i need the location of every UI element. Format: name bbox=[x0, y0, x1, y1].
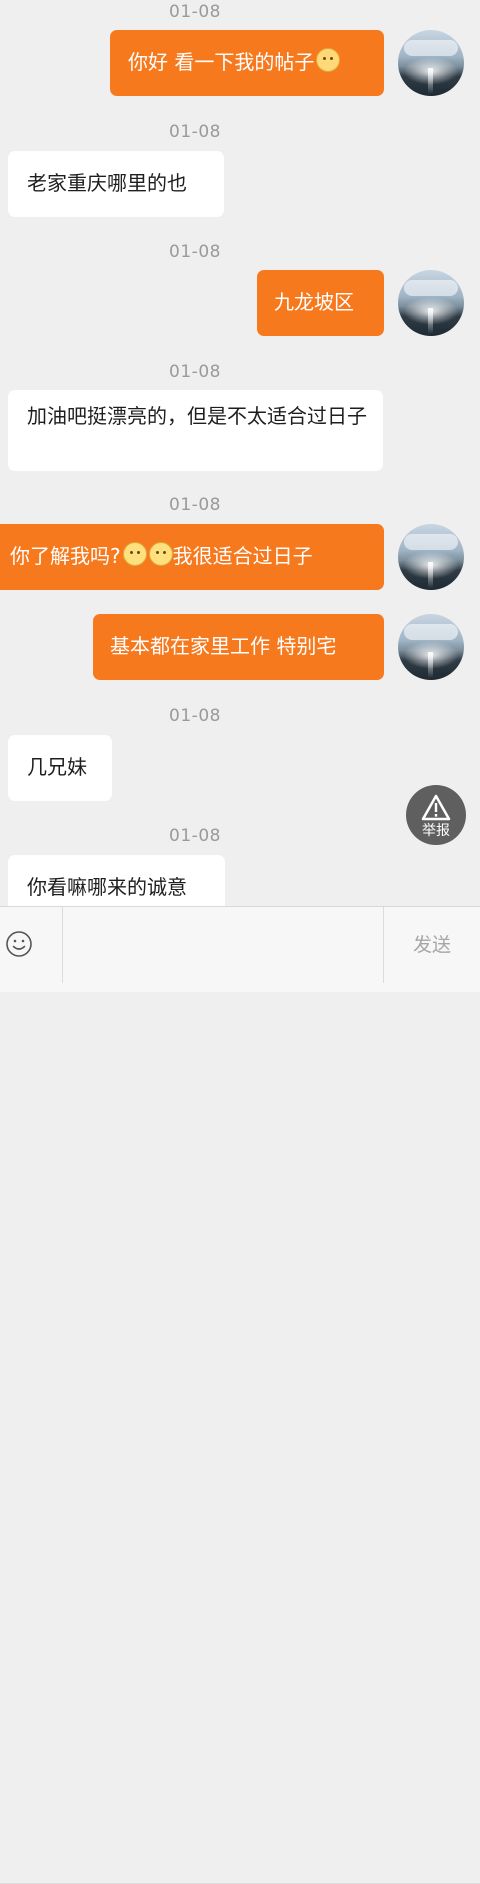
report-button[interactable]: 举报 bbox=[406, 785, 466, 845]
avatar[interactable] bbox=[398, 270, 464, 336]
timestamp: 01-08 bbox=[169, 706, 221, 726]
incoming-message-bubble[interactable]: 几兄妹 bbox=[8, 735, 112, 801]
outgoing-message-bubble[interactable]: 九龙坡区 bbox=[257, 270, 384, 336]
incoming-message-bubble[interactable]: 老家重庆哪里的也 bbox=[8, 151, 224, 217]
outgoing-message-bubble[interactable]: 你了解我吗? 我很适合过日子 bbox=[0, 524, 384, 590]
message-text: 你好 看一下我的帖子 bbox=[128, 50, 315, 74]
message-text: 加油吧挺漂亮的，但是不太适合过日子 bbox=[27, 404, 367, 428]
outgoing-message-bubble[interactable]: 基本都在家里工作 特别宅 bbox=[93, 614, 384, 680]
laugh-crying-emoji-icon bbox=[122, 542, 147, 566]
timestamp: 01-08 bbox=[169, 495, 221, 515]
avatar[interactable] bbox=[398, 30, 464, 96]
timestamp: 01-08 bbox=[169, 242, 221, 262]
message-text: 老家重庆哪里的也 bbox=[27, 171, 187, 195]
timestamp: 01-08 bbox=[169, 826, 221, 846]
message-text: 基本都在家里工作 特别宅 bbox=[110, 634, 337, 658]
message-text: 你了解我吗? bbox=[10, 544, 121, 568]
send-button[interactable]: 发送 bbox=[384, 907, 480, 983]
report-label: 举报 bbox=[422, 823, 450, 839]
message-input-bar: 发送 bbox=[0, 906, 480, 1884]
outgoing-message-bubble[interactable]: 你好 看一下我的帖子 bbox=[110, 30, 384, 96]
message-input[interactable] bbox=[63, 907, 387, 985]
timestamp: 01-08 bbox=[169, 2, 221, 22]
timestamp: 01-08 bbox=[169, 122, 221, 142]
incoming-message-bubble[interactable]: 加油吧挺漂亮的，但是不太适合过日子 bbox=[8, 390, 383, 471]
avatar[interactable] bbox=[398, 524, 464, 590]
warning-triangle-icon bbox=[421, 794, 451, 821]
laugh-crying-emoji-icon bbox=[148, 542, 173, 566]
message-text: 几兄妹 bbox=[27, 755, 87, 779]
cat-face-emoji-icon bbox=[316, 48, 341, 72]
message-text: 我很适合过日子 bbox=[172, 544, 313, 568]
smiley-icon[interactable] bbox=[4, 929, 34, 959]
message-text: 你看嘛哪来的诚意 bbox=[27, 875, 187, 899]
message-text: 九龙坡区 bbox=[274, 290, 354, 314]
avatar[interactable] bbox=[398, 614, 464, 680]
timestamp: 01-08 bbox=[169, 362, 221, 382]
